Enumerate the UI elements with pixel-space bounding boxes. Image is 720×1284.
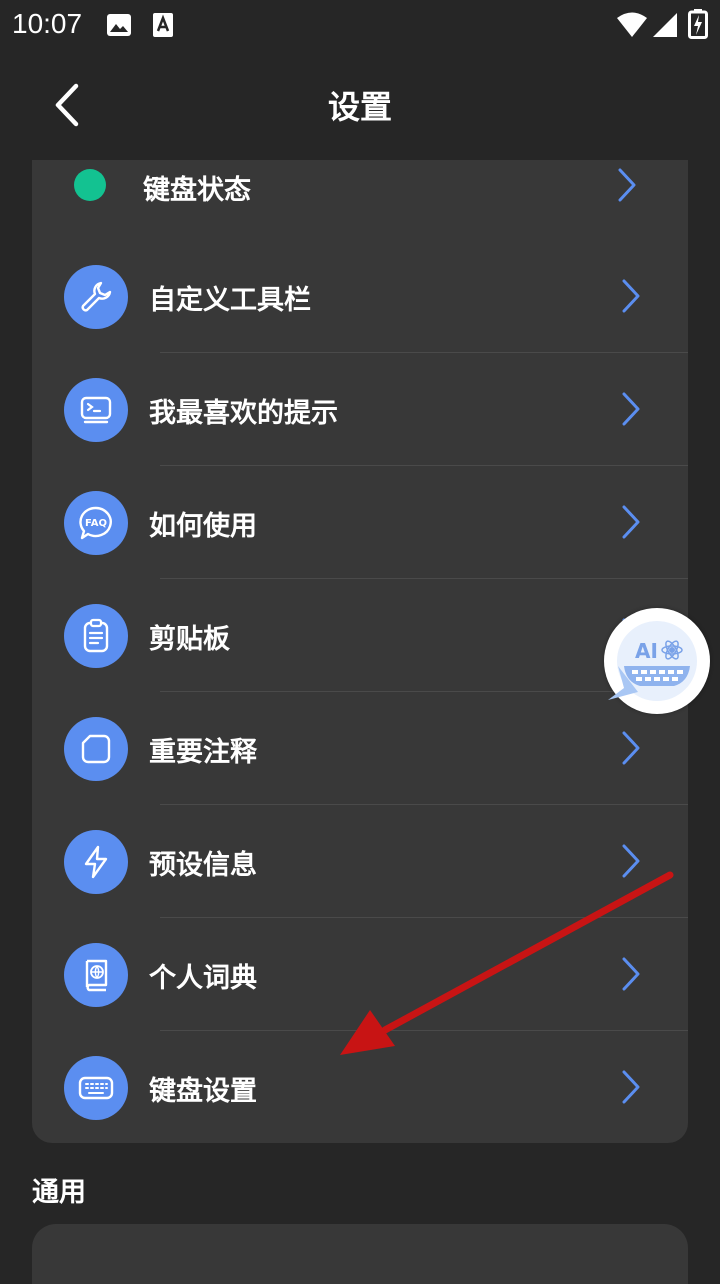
wrench-icon — [64, 265, 128, 329]
settings-item-label: 我最喜欢的提示 — [149, 398, 338, 429]
settings-item-clipboard[interactable]: 剪贴板 — [32, 579, 688, 692]
status-time: 10:07 — [12, 8, 83, 39]
chevron-right-icon — [622, 731, 640, 765]
settings-item-important-notes[interactable]: 重要注释 — [32, 692, 688, 805]
settings-item-label: 键盘状态 — [143, 175, 251, 206]
settings-item-label: 键盘设置 — [149, 1076, 257, 1107]
ai-keyboard-floating-button[interactable]: AI — [604, 608, 710, 714]
settings-card: 键盘状态 自定义工具栏 我最喜欢的提示 FAQ 如何使用 剪贴板 重要注释 预设… — [32, 160, 688, 1143]
chevron-right-icon — [622, 957, 640, 991]
settings-item-custom-toolbar[interactable]: 自定义工具栏 — [32, 240, 688, 353]
font-notification-icon — [153, 13, 173, 37]
ai-bubble-text: AI — [635, 639, 658, 663]
settings-item-personal-dictionary[interactable]: 个人词典 — [32, 918, 688, 1031]
app-bar: 设置 — [0, 50, 720, 160]
lightning-icon — [64, 830, 128, 894]
status-dot-icon — [74, 169, 106, 201]
page-title: 设置 — [327, 88, 392, 126]
cellular-signal-icon — [653, 13, 677, 37]
settings-item-label: 重要注释 — [149, 737, 257, 768]
status-bar: 10:07 — [0, 0, 720, 50]
gallery-notification-icon — [107, 14, 131, 36]
settings-item-keyboard-status[interactable]: 键盘状态 — [32, 160, 688, 240]
chevron-right-icon — [622, 1070, 640, 1104]
settings-item-label: 如何使用 — [149, 511, 257, 542]
settings-item-label: 预设信息 — [149, 850, 257, 881]
faq-icon-text: FAQ — [85, 518, 107, 529]
settings-item-label: 剪贴板 — [149, 624, 230, 655]
chevron-right-icon — [622, 392, 640, 426]
settings-item-how-to-use[interactable]: FAQ 如何使用 — [32, 466, 688, 579]
chevron-right-icon — [622, 505, 640, 539]
settings-item-label: 自定义工具栏 — [149, 285, 311, 316]
note-icon — [64, 717, 128, 781]
dictionary-icon — [64, 943, 128, 1007]
section-title-general: 通用 — [32, 1177, 86, 1208]
terminal-icon — [64, 378, 128, 442]
settings-item-favorite-prompts[interactable]: 我最喜欢的提示 — [32, 353, 688, 466]
settings-item-keyboard-settings[interactable]: 键盘设置 — [32, 1031, 688, 1143]
chevron-right-icon — [622, 279, 640, 313]
ai-keyboard-icon: AI — [608, 621, 697, 701]
battery-charging-icon — [688, 9, 708, 39]
wifi-icon — [617, 12, 647, 37]
settings-item-label: 个人词典 — [149, 963, 257, 994]
settings-item-preset-messages[interactable]: 预设信息 — [32, 805, 688, 918]
general-settings-card — [32, 1224, 688, 1284]
chevron-right-icon — [622, 844, 640, 878]
keyboard-icon — [64, 1056, 128, 1120]
chevron-right-icon — [618, 168, 636, 202]
clipboard-icon — [64, 604, 128, 668]
faq-icon: FAQ — [64, 491, 128, 555]
